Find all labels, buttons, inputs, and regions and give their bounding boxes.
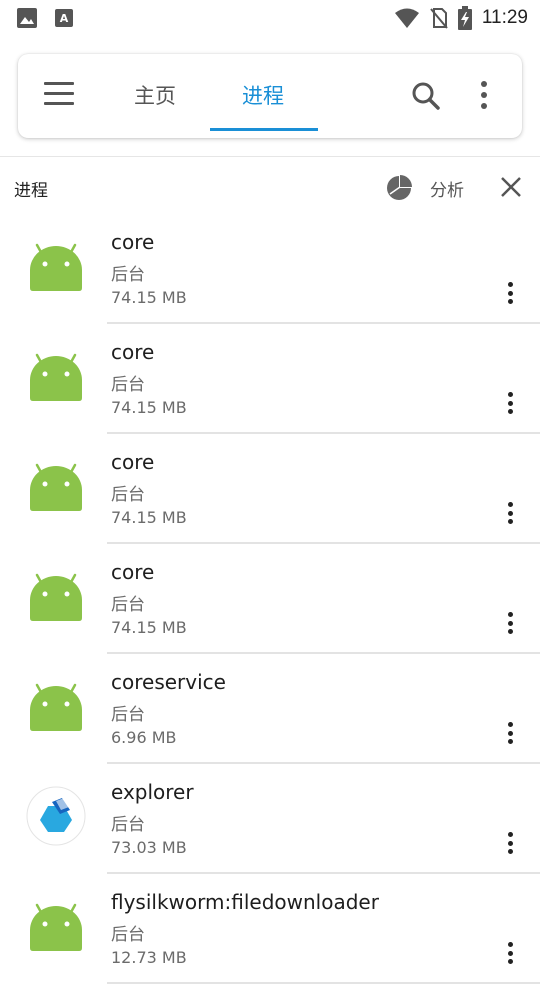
process-name: core — [111, 340, 155, 364]
font-icon: A — [55, 9, 73, 27]
process-memory: 12.73 MB — [111, 948, 187, 967]
process-name: flysilkworm:filedownloader — [111, 890, 379, 914]
pie-chart-icon[interactable] — [387, 174, 413, 200]
section-title: 进程 — [14, 181, 48, 201]
process-row[interactable]: core 后台 74.15 MB — [0, 324, 540, 434]
analyze-button[interactable]: 分析 — [430, 176, 464, 201]
process-row[interactable]: coreservice 后台 6.96 MB — [0, 654, 540, 764]
status-bar: A 11:29 — [0, 0, 540, 36]
process-name: explorer — [111, 780, 194, 804]
process-name: core — [111, 450, 155, 474]
explorer-app-icon — [26, 786, 86, 846]
section-header: 进程 分析 — [0, 164, 540, 212]
android-icon — [26, 676, 86, 736]
process-status: 后台 — [111, 595, 145, 615]
menu-icon[interactable] — [44, 82, 74, 106]
active-tab-indicator — [210, 128, 318, 131]
more-vert-icon[interactable] — [498, 940, 522, 966]
android-icon — [26, 456, 86, 516]
no-sim-icon — [430, 8, 448, 29]
more-vert-icon[interactable] — [478, 80, 490, 110]
android-icon — [26, 236, 86, 296]
svg-text:A: A — [60, 12, 69, 25]
process-memory: 73.03 MB — [111, 838, 187, 857]
process-status: 后台 — [111, 485, 145, 505]
top-toolbar: 主页 进程 — [18, 54, 522, 138]
process-list: core 后台 74.15 MB core 后台 74.15 MB core 后台 74.1… — [0, 214, 540, 984]
more-vert-icon[interactable] — [498, 720, 522, 746]
process-memory: 74.15 MB — [111, 508, 187, 527]
process-memory: 74.15 MB — [111, 618, 187, 637]
tab-home[interactable]: 主页 — [134, 80, 176, 110]
search-icon[interactable] — [410, 80, 442, 112]
more-vert-icon[interactable] — [498, 280, 522, 306]
status-time: 11:29 — [481, 7, 528, 28]
wifi-icon — [394, 8, 419, 28]
process-status: 后台 — [111, 815, 145, 835]
process-memory: 74.15 MB — [111, 398, 187, 417]
process-memory: 6.96 MB — [111, 728, 177, 747]
android-icon — [26, 896, 86, 956]
process-row[interactable]: core 后台 74.15 MB — [0, 214, 540, 324]
process-row[interactable]: explorer 后台 73.03 MB — [0, 764, 540, 874]
process-status: 后台 — [111, 265, 145, 285]
more-vert-icon[interactable] — [498, 500, 522, 526]
more-vert-icon[interactable] — [498, 830, 522, 856]
more-vert-icon[interactable] — [498, 610, 522, 636]
image-icon — [17, 8, 37, 28]
process-status: 后台 — [111, 375, 145, 395]
divider — [0, 156, 540, 157]
process-row[interactable]: flysilkworm:filedownloader 后台 12.73 MB — [0, 874, 540, 984]
process-status: 后台 — [111, 925, 145, 945]
more-vert-icon[interactable] — [498, 390, 522, 416]
process-name: core — [111, 230, 155, 254]
tab-process[interactable]: 进程 — [242, 80, 284, 110]
android-icon — [26, 346, 86, 406]
battery-charging-icon — [457, 6, 472, 30]
close-icon[interactable] — [500, 176, 522, 198]
process-name: coreservice — [111, 670, 226, 694]
process-memory: 74.15 MB — [111, 288, 187, 307]
process-status: 后台 — [111, 705, 145, 725]
android-icon — [26, 566, 86, 626]
process-row[interactable]: core 后台 74.15 MB — [0, 434, 540, 544]
process-row[interactable]: core 后台 74.15 MB — [0, 544, 540, 654]
process-name: core — [111, 560, 155, 584]
